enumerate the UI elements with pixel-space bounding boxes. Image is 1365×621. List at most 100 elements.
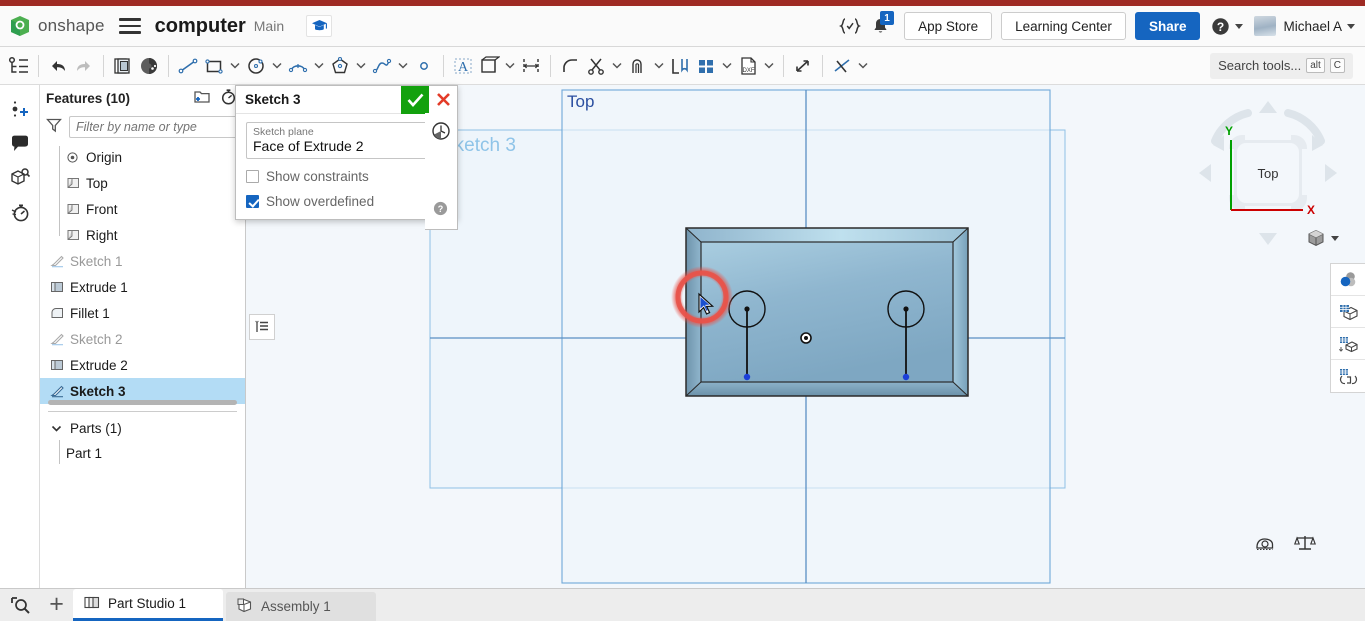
polygon-icon[interactable] [327, 51, 353, 81]
help-menu[interactable]: ? [1211, 17, 1244, 36]
show-overdefined-row[interactable]: Show overdefined [246, 194, 447, 209]
constraint-chevron-down-icon[interactable] [855, 62, 871, 69]
show-overdefined-checkbox[interactable] [246, 195, 259, 208]
sketch-plane-field[interactable]: Sketch plane Face of Extrude 2 ✕ [246, 122, 447, 159]
tree-item-part-1[interactable]: Part 1 [40, 440, 245, 466]
point-icon[interactable] [411, 51, 437, 81]
share-button[interactable]: Share [1134, 12, 1201, 40]
pattern-chevron-down-icon[interactable] [719, 62, 735, 69]
arc-chevron-down-icon[interactable] [311, 62, 327, 69]
polygon-chevron-down-icon[interactable] [353, 62, 369, 69]
tree-item-fillet-1[interactable]: Fillet 1 [40, 300, 245, 326]
circle-chevron-down-icon[interactable] [269, 62, 285, 69]
chevron-down-icon[interactable] [50, 422, 70, 435]
tab-assembly-1[interactable]: Assembly 1 [226, 592, 376, 621]
sketch-dialog-titlebar: Sketch 3 [236, 85, 457, 114]
tree-item-extrude-1[interactable]: Extrude 1 [40, 274, 245, 300]
origin-icon [66, 151, 86, 164]
bell-icon[interactable]: 1 [865, 11, 895, 40]
filter-funnel-icon[interactable] [46, 117, 62, 138]
hamburger-menu-icon[interactable] [118, 18, 141, 34]
parts-group-header[interactable]: Parts (1) [40, 416, 245, 440]
mass-properties-scale-icon[interactable] [1294, 534, 1316, 557]
sketch-icon [50, 332, 70, 346]
search-tools-input[interactable]: Search tools... alt C [1210, 52, 1353, 79]
mirror-chevron-down-icon[interactable] [502, 62, 518, 69]
comment-icon[interactable] [5, 127, 35, 161]
new-sketch-icon[interactable] [110, 51, 136, 81]
svg-text:?: ? [1217, 20, 1224, 34]
use-project-icon[interactable] [667, 51, 693, 81]
graduation-cap-icon[interactable] [306, 15, 333, 37]
onshape-logo-icon[interactable] [9, 15, 31, 37]
show-constraints-row[interactable]: Show constraints [246, 169, 447, 184]
history-stopwatch-icon[interactable] [5, 195, 35, 229]
tree-item-top[interactable]: Top [40, 170, 245, 196]
dxf-import-icon[interactable]: DXF [735, 51, 761, 81]
feature-list-icon[interactable] [6, 51, 32, 81]
zoom-to-fit-icon[interactable] [0, 588, 40, 621]
render-view-icon[interactable] [1331, 360, 1365, 392]
tree-item-right[interactable]: Right [40, 222, 245, 248]
measure-tape-icon[interactable] [1254, 534, 1276, 557]
user-menu-chevron-down-icon[interactable] [1347, 23, 1355, 29]
part-search-icon[interactable] [5, 161, 35, 195]
tab-part-studio-1[interactable]: Part Studio 1 [73, 589, 223, 621]
redo-arrow-icon[interactable] [71, 51, 97, 81]
explode-view-icon[interactable] [1331, 328, 1365, 360]
sketch-dialog-body: Sketch plane Face of Extrude 2 ✕ Show co… [236, 114, 457, 219]
insert-feature-icon[interactable] [5, 93, 35, 127]
version-braces-icon[interactable] [835, 12, 865, 40]
circle-icon[interactable] [243, 51, 269, 81]
view-mode-selector[interactable] [1305, 227, 1339, 249]
arc-icon[interactable] [285, 51, 311, 81]
section-view-icon[interactable] [1331, 296, 1365, 328]
feature-filter-input[interactable] [69, 116, 246, 138]
sketch-clock-icon[interactable] [431, 121, 451, 146]
tree-item-front[interactable]: Front [40, 196, 245, 222]
undo-arrow-icon[interactable] [45, 51, 71, 81]
tab-strip: Part Studio 1 Assembly 1 [73, 589, 376, 621]
offset-chevron-down-icon[interactable] [651, 62, 667, 69]
sketch-text-icon[interactable]: A [450, 51, 476, 81]
trim-scissors-icon[interactable] [583, 51, 609, 81]
document-title[interactable]: computer [155, 15, 246, 38]
document-branch[interactable]: Main [254, 18, 284, 34]
add-tab-plus-icon[interactable]: + [40, 588, 73, 621]
learning-center-button[interactable]: Learning Center [1001, 12, 1126, 40]
sketch-fillet-icon[interactable] [557, 51, 583, 81]
tree-item-sketch-1[interactable]: Sketch 1 [40, 248, 245, 274]
view-cube[interactable]: Top Y X [1193, 93, 1343, 253]
legend-list-icon[interactable] [249, 314, 275, 340]
plane-icon[interactable] [136, 51, 162, 81]
add-folder-icon[interactable] [193, 88, 211, 110]
cancel-button[interactable] [429, 86, 457, 114]
line-icon[interactable] [175, 51, 201, 81]
avatar[interactable] [1254, 16, 1277, 36]
show-constraints-checkbox[interactable] [246, 170, 259, 183]
linear-pattern-icon[interactable] [693, 51, 719, 81]
tree-item-origin[interactable]: Origin [40, 144, 245, 170]
dimension-icon[interactable] [518, 51, 544, 81]
rectangle-icon[interactable] [201, 51, 227, 81]
chevron-down-icon[interactable] [1331, 235, 1339, 241]
app-store-button[interactable]: App Store [904, 12, 993, 40]
mirror-icon[interactable] [476, 51, 502, 81]
brand-wordmark[interactable]: onshape [38, 16, 105, 36]
spline-chevron-down-icon[interactable] [395, 62, 411, 69]
transform-icon[interactable] [790, 51, 816, 81]
accept-button[interactable] [401, 85, 429, 114]
tree-item-extrude-2[interactable]: Extrude 2 [40, 352, 245, 378]
dxf-chevron-down-icon[interactable] [761, 62, 777, 69]
user-name[interactable]: Michael A [1283, 19, 1342, 34]
plane-icon [66, 228, 86, 242]
display-state-icon[interactable] [1331, 264, 1365, 296]
spline-icon[interactable] [369, 51, 395, 81]
rectangle-chevron-down-icon[interactable] [227, 62, 243, 69]
offset-icon[interactable] [625, 51, 651, 81]
help-circle-icon[interactable]: ? [433, 201, 448, 221]
trim-chevron-down-icon[interactable] [609, 62, 625, 69]
tree-item-sketch-2[interactable]: Sketch 2 [40, 326, 245, 352]
constraint-icon[interactable] [829, 51, 855, 81]
tree-scrollbar[interactable] [48, 400, 237, 405]
